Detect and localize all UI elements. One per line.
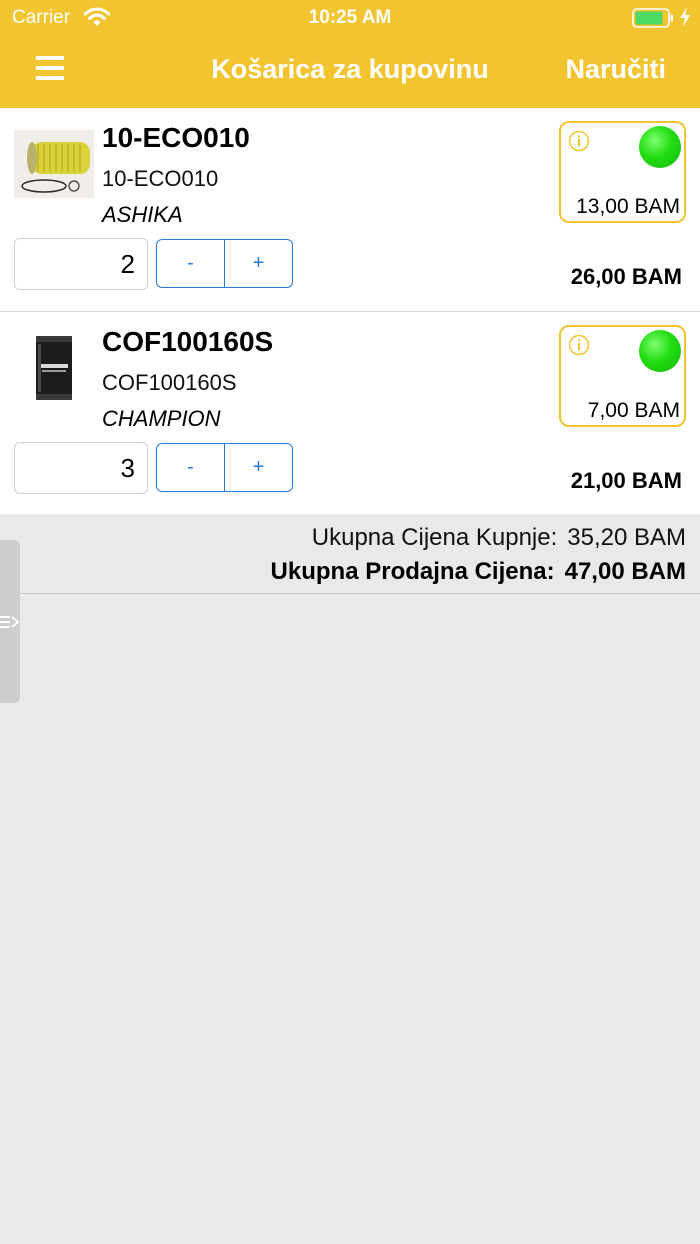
quantity-field[interactable]: 2 — [14, 238, 148, 290]
availability-indicator — [639, 126, 681, 168]
increase-button[interactable]: + — [224, 240, 292, 287]
status-bar: Carrier 10:25 AM — [0, 0, 700, 36]
product-code: 10-ECO010 — [102, 166, 219, 191]
product-brand: ASHIKA — [102, 202, 183, 227]
product-image — [14, 334, 94, 402]
order-button[interactable]: Naručiti — [565, 54, 666, 85]
product-brand: CHAMPION — [102, 406, 221, 431]
line-total: 26,00 BAM — [570, 264, 682, 289]
purchase-total-row: Ukupna Cijena Kupnje: 35,20 BAM — [312, 524, 686, 552]
unit-price: 13,00 BAM — [576, 195, 680, 218]
purchase-total-label: Ukupna Cijena Kupnje: — [311, 524, 558, 551]
sale-total-label: Ukupna Prodajna Cijena: — [270, 558, 555, 585]
drawer-arrow-icon — [0, 616, 20, 628]
info-icon[interactable] — [568, 334, 590, 356]
clock: 10:25 AM — [308, 7, 392, 28]
cart-item: COF100160S COF100160S CHAMPION 3 - + 7,0… — [0, 311, 700, 514]
line-total: 21,00 BAM — [570, 468, 682, 493]
quantity-stepper: - + — [156, 443, 293, 492]
product-title: COF100160S — [102, 326, 274, 357]
availability-indicator — [639, 330, 681, 372]
price-box[interactable]: 13,00 BAM — [559, 121, 686, 223]
cart-item: 10-ECO010 10-ECO010 ASHIKA 2 - + 13,00 B… — [0, 108, 700, 311]
product-image — [14, 130, 94, 198]
side-drawer-handle[interactable] — [0, 540, 20, 703]
battery-icon — [632, 8, 673, 28]
decrease-button[interactable]: - — [157, 240, 224, 287]
increase-button[interactable]: + — [224, 444, 292, 491]
product-title: 10-ECO010 — [102, 122, 250, 153]
quantity-stepper: - + — [156, 239, 293, 288]
info-icon[interactable] — [568, 130, 590, 152]
product-code: COF100160S — [102, 370, 237, 395]
cart-list: 10-ECO010 10-ECO010 ASHIKA 2 - + 13,00 B… — [0, 108, 700, 514]
decrease-button[interactable]: - — [157, 444, 224, 491]
unit-price: 7,00 BAM — [587, 399, 680, 422]
charging-bolt-icon — [680, 7, 690, 27]
quantity-field[interactable]: 3 — [14, 442, 148, 494]
purchase-total-value: 35,20 BAM — [567, 524, 686, 551]
sale-total-value: 47,00 BAM — [564, 558, 686, 585]
cart-summary: Ukupna Cijena Kupnje: 35,20 BAM Ukupna Pr… — [0, 516, 700, 594]
price-box[interactable]: 7,00 BAM — [559, 325, 686, 427]
navigation-bar: Carrier 10:25 AM Košarica za kupovinu Na… — [0, 0, 700, 108]
sale-total-row: Ukupna Prodajna Cijena: 47,00 BAM — [271, 558, 686, 586]
